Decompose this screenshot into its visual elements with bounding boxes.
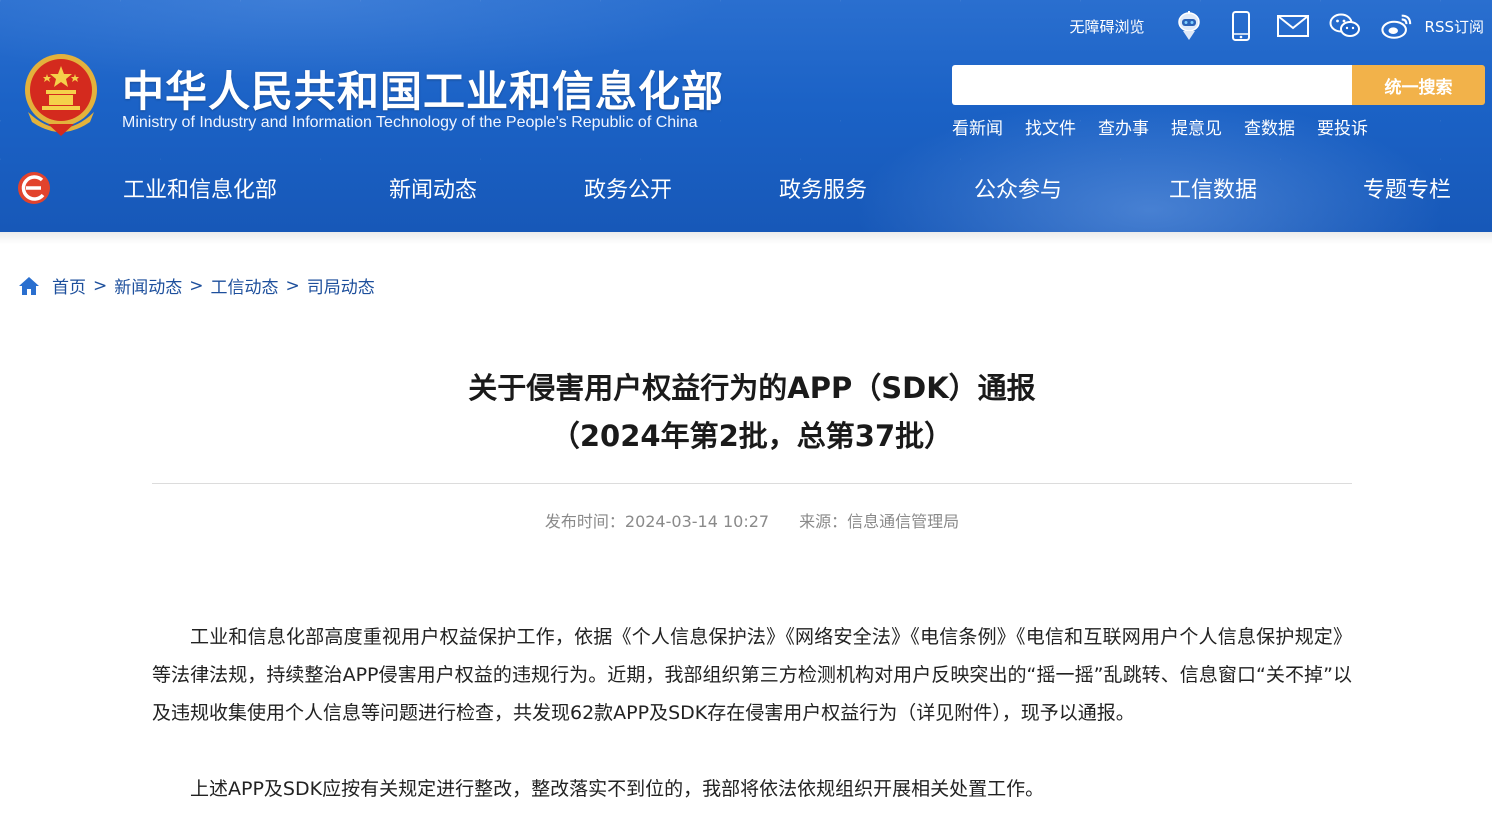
quick-link-complaint[interactable]: 要投诉	[1317, 114, 1368, 139]
article-paragraph: 上述APP及SDK应按有关规定进行整改，整改落实不到位的，我部将依法依规组织开展…	[190, 778, 1045, 800]
nav-item-special-topics[interactable]: 专题专栏	[1363, 172, 1451, 204]
breadcrumb-separator: >	[93, 275, 108, 296]
mail-icon[interactable]	[1276, 10, 1309, 42]
search-input[interactable]	[952, 65, 1354, 105]
site-title: 中华人民共和国工业和信息化部	[122, 67, 725, 116]
quick-link-documents[interactable]: 找文件	[1025, 114, 1076, 139]
article-title: 关于侵害用户权益行为的APP（SDK）通报 （2024年第2批，总第37批）	[152, 364, 1352, 460]
breadcrumb-home[interactable]: 首页	[52, 273, 86, 298]
publish-time: 发布时间：2024-03-14 10:27	[544, 512, 770, 531]
article-source: 来源：信息通信管理局	[799, 512, 960, 531]
quick-link-services[interactable]: 查办事	[1098, 114, 1149, 139]
breadcrumb-separator: >	[189, 275, 204, 296]
top-toolbar: 无障碍浏览 RSS订阅	[1070, 8, 1484, 44]
header-shadow	[0, 232, 1492, 244]
rss-link[interactable]: RSS订阅	[1425, 16, 1484, 37]
quick-links: 看新闻 找文件 查办事 提意见 查数据 要投诉	[952, 114, 1390, 139]
site-subtitle: Ministry of Industry and Information Tec…	[122, 114, 698, 131]
title-divider	[152, 483, 1352, 484]
quick-link-news[interactable]: 看新闻	[952, 114, 1003, 139]
breadcrumb-separator: >	[285, 275, 300, 296]
breadcrumb: 首页 > 新闻动态 > 工信动态 > 司局动态	[18, 273, 375, 298]
weibo-icon[interactable]	[1380, 10, 1413, 42]
article-body: 工业和信息化部高度重视用户权益保护工作，依据《个人信息保护法》《网络安全法》《电…	[152, 618, 1352, 839]
quick-link-feedback[interactable]: 提意见	[1171, 114, 1222, 139]
article-title-line2: （2024年第2批，总第37批）	[550, 419, 954, 453]
search-button[interactable]: 统一搜索	[1352, 65, 1485, 105]
breadcrumb-department-news[interactable]: 司局动态	[307, 273, 375, 298]
article-title-line1: 关于侵害用户权益行为的APP（SDK）通报	[468, 371, 1036, 405]
nav-item-gov-affairs[interactable]: 政务公开	[584, 172, 672, 204]
nav-item-industry-data[interactable]: 工信数据	[1169, 172, 1257, 204]
article-meta: 发布时间：2024-03-14 10:27 来源：信息通信管理局	[152, 508, 1352, 532]
home-icon[interactable]	[18, 276, 40, 296]
nav-item-public-participation[interactable]: 公众参与	[974, 172, 1062, 204]
nav-item-news[interactable]: 新闻动态	[389, 172, 477, 204]
mobile-icon[interactable]	[1225, 10, 1257, 42]
breadcrumb-news[interactable]: 新闻动态	[114, 273, 182, 298]
accessibility-link[interactable]: 无障碍浏览	[1070, 16, 1145, 37]
nav-item-gov-services[interactable]: 政务服务	[779, 172, 867, 204]
robot-assistant-icon[interactable]	[1173, 10, 1205, 42]
wechat-icon[interactable]	[1329, 10, 1361, 42]
article-paragraph: 工业和信息化部高度重视用户权益保护工作，依据《个人信息保护法》《网络安全法》《电…	[152, 626, 1352, 724]
breadcrumb-miit-news[interactable]: 工信动态	[211, 273, 279, 298]
nav-item-ministry[interactable]: 工业和信息化部	[123, 172, 277, 204]
site-header: 中华人民共和国工业和信息化部 Ministry of Industry and …	[0, 0, 1492, 232]
national-emblem-icon	[25, 54, 97, 136]
main-nav: 工业和信息化部 新闻动态 政务公开 政务服务 公众参与 工信数据 专题专栏	[0, 168, 1492, 208]
quick-link-data[interactable]: 查数据	[1244, 114, 1295, 139]
